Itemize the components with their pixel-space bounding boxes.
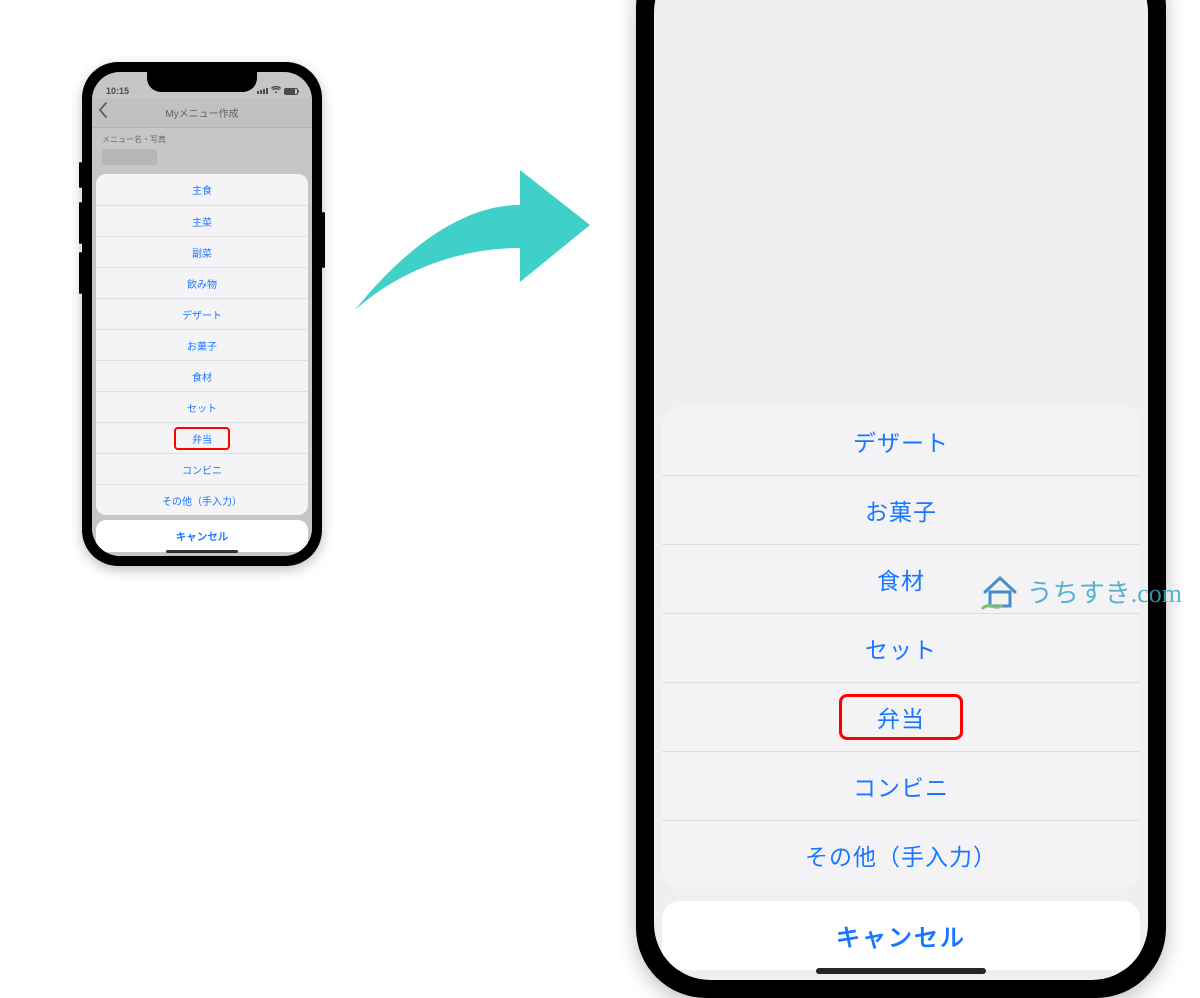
action-sheet-right: デザートお菓子食材セット弁当コンビニその他（手入力） キャンセル bbox=[662, 406, 1140, 970]
sheet-item-5[interactable]: お菓子 bbox=[96, 329, 308, 360]
watermark: うちすき.com bbox=[979, 570, 1182, 612]
house-icon bbox=[979, 570, 1021, 612]
cancel-button[interactable]: キャンセル bbox=[96, 520, 308, 552]
phone-screen-left: 10:15 Myメニュー作成 メニュー名・写真 主食主菜副菜飲み物デザートお菓子… bbox=[92, 72, 312, 556]
sheet-item-9[interactable]: コンビニ bbox=[96, 453, 308, 484]
sheet-item-8[interactable]: 弁当 bbox=[96, 422, 308, 453]
phone-mockup-right: デザートお菓子食材セット弁当コンビニその他（手入力） キャンセル bbox=[636, 0, 1166, 578]
sheet-item-3[interactable]: 飲み物 bbox=[96, 267, 308, 298]
watermark-text: うちすき.com bbox=[1027, 573, 1182, 610]
sheet-item-zoom-8[interactable]: 弁当 bbox=[662, 682, 1140, 751]
sheet-item-zoom-10[interactable]: その他（手入力） bbox=[662, 820, 1140, 889]
action-sheet-list: 主食主菜副菜飲み物デザートお菓子食材セット弁当コンビニその他（手入力） bbox=[96, 174, 308, 515]
cancel-button-zoom[interactable]: キャンセル bbox=[662, 901, 1140, 970]
arrow-icon bbox=[345, 150, 595, 330]
sheet-item-10[interactable]: その他（手入力） bbox=[96, 484, 308, 515]
sheet-item-zoom-9[interactable]: コンビニ bbox=[662, 751, 1140, 820]
sheet-item-zoom-7[interactable]: セット bbox=[662, 613, 1140, 682]
action-sheet-left: 主食主菜副菜飲み物デザートお菓子食材セット弁当コンビニその他（手入力） キャンセ… bbox=[96, 174, 308, 552]
sheet-item-0[interactable]: 主食 bbox=[96, 174, 308, 205]
sheet-item-6[interactable]: 食材 bbox=[96, 360, 308, 391]
home-indicator-zoom[interactable] bbox=[816, 968, 986, 974]
notch bbox=[147, 72, 257, 92]
sheet-item-4[interactable]: デザート bbox=[96, 298, 308, 329]
home-indicator[interactable] bbox=[166, 550, 238, 553]
sheet-item-2[interactable]: 副菜 bbox=[96, 236, 308, 267]
sheet-item-zoom-4[interactable]: デザート bbox=[662, 406, 1140, 475]
sheet-item-7[interactable]: セット bbox=[96, 391, 308, 422]
phone-mockup-left: 10:15 Myメニュー作成 メニュー名・写真 主食主菜副菜飲み物デザートお菓子… bbox=[82, 62, 322, 566]
sheet-item-zoom-5[interactable]: お菓子 bbox=[662, 475, 1140, 544]
action-sheet-list-zoom: デザートお菓子食材セット弁当コンビニその他（手入力） bbox=[662, 406, 1140, 889]
phone-screen-right: デザートお菓子食材セット弁当コンビニその他（手入力） キャンセル bbox=[654, 0, 1148, 980]
sheet-item-1[interactable]: 主菜 bbox=[96, 205, 308, 236]
